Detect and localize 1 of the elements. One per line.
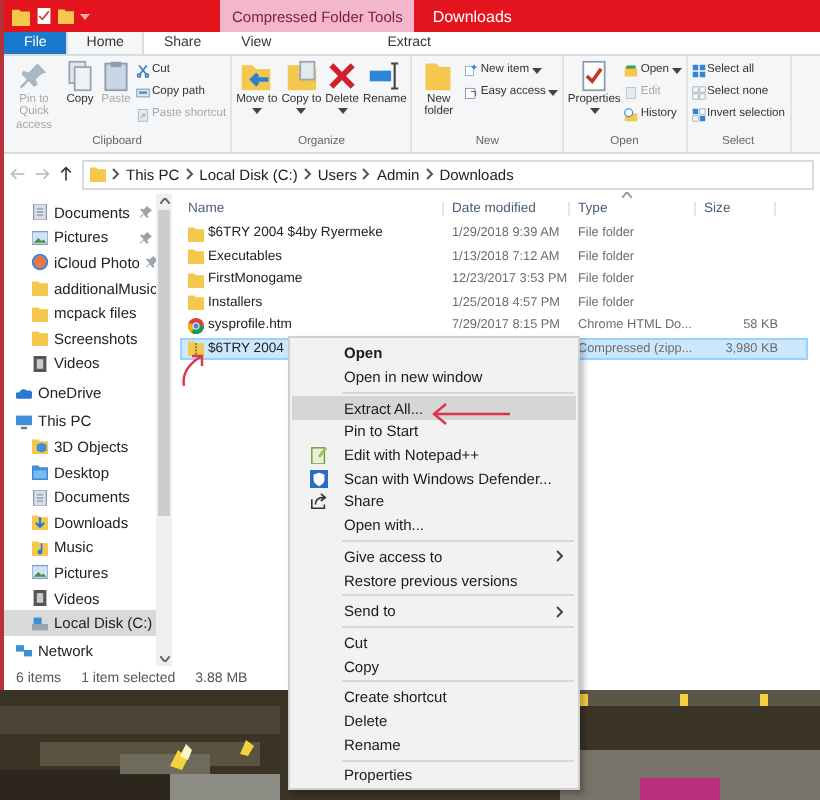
window-title: Downloads bbox=[432, 7, 512, 25]
